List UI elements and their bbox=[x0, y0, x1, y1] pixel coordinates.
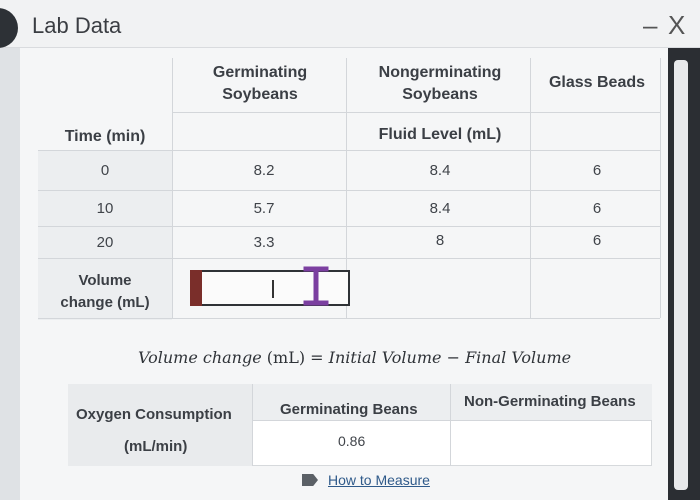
grid-line bbox=[172, 58, 173, 318]
grid-line bbox=[450, 384, 451, 466]
time-cell: 20 bbox=[96, 234, 114, 251]
scrollbar-thumb[interactable] bbox=[674, 60, 688, 490]
grid-line bbox=[252, 420, 652, 421]
formula-initial: Initial Volume bbox=[328, 348, 442, 367]
time-cell: 0 bbox=[100, 162, 110, 179]
oxygen-header-germinating: Germinating Beans bbox=[280, 401, 418, 418]
text-caret bbox=[272, 280, 274, 298]
grid-line bbox=[38, 226, 660, 227]
nongerminating-cell: 8.4 bbox=[429, 200, 451, 217]
header-fluid-level: Fluid Level (mL) bbox=[378, 126, 502, 143]
grid-line bbox=[38, 190, 660, 191]
germinating-cell: 3.3 bbox=[253, 234, 275, 251]
germinating-cell: 8.2 bbox=[253, 162, 275, 179]
grid-line bbox=[172, 112, 660, 113]
volume-change-label: Volume change (mL) bbox=[60, 272, 150, 311]
time-cell: 10 bbox=[96, 200, 114, 217]
oxygen-germinating-value: 0.86 bbox=[338, 433, 366, 449]
title-bar: Lab Data – X bbox=[0, 0, 700, 48]
grid-line bbox=[660, 58, 661, 318]
how-to-measure-link[interactable]: How to Measure bbox=[328, 472, 430, 488]
input-focus-marker bbox=[190, 270, 202, 306]
glass-cell: 6 bbox=[592, 162, 602, 179]
germinating-cell: 5.7 bbox=[253, 200, 275, 217]
oxygen-unit: (mL/min) bbox=[124, 438, 188, 455]
header-glass-beads: Glass Beads bbox=[548, 74, 646, 91]
grid-line bbox=[38, 318, 660, 319]
header-time: Time (min) bbox=[64, 128, 146, 145]
grid-line bbox=[38, 258, 660, 259]
window-title: Lab Data bbox=[32, 13, 122, 38]
oxygen-label: Oxygen Consumption bbox=[76, 406, 232, 423]
left-edge bbox=[0, 48, 20, 500]
close-icon[interactable]: X bbox=[668, 10, 685, 41]
glass-cell: 6 bbox=[592, 200, 602, 217]
glass-cell: 6 bbox=[592, 232, 602, 249]
grid-line bbox=[252, 384, 253, 466]
window-corner-icon bbox=[0, 8, 18, 48]
how-to-measure-row: How to Measure bbox=[302, 470, 430, 490]
formula-equals: = bbox=[310, 348, 324, 367]
grid-line bbox=[530, 58, 531, 318]
tag-icon bbox=[302, 474, 318, 486]
grid-line bbox=[38, 150, 660, 151]
oxygen-header-nongerminating: Non-Germinating Beans bbox=[464, 393, 636, 410]
header-germinating: Germinating Soybeans bbox=[212, 64, 308, 103]
header-nongerminating: Nongerminating Soybeans bbox=[378, 64, 502, 103]
formula-final: Final Volume bbox=[465, 348, 572, 367]
nongerminating-cell: 8 bbox=[435, 232, 445, 249]
minimize-icon[interactable]: – bbox=[643, 10, 657, 41]
oxygen-nongerminating-value[interactable] bbox=[460, 433, 644, 453]
formula-unit: (mL) bbox=[266, 348, 306, 367]
nongerminating-cell: 8.4 bbox=[429, 162, 451, 179]
formula-minus: − bbox=[446, 348, 460, 367]
ibeam-cursor-icon bbox=[303, 266, 329, 306]
volume-formula: Volume change (mL) = Initial Volume − Fi… bbox=[138, 348, 571, 367]
formula-lhs: Volume change bbox=[138, 348, 262, 367]
